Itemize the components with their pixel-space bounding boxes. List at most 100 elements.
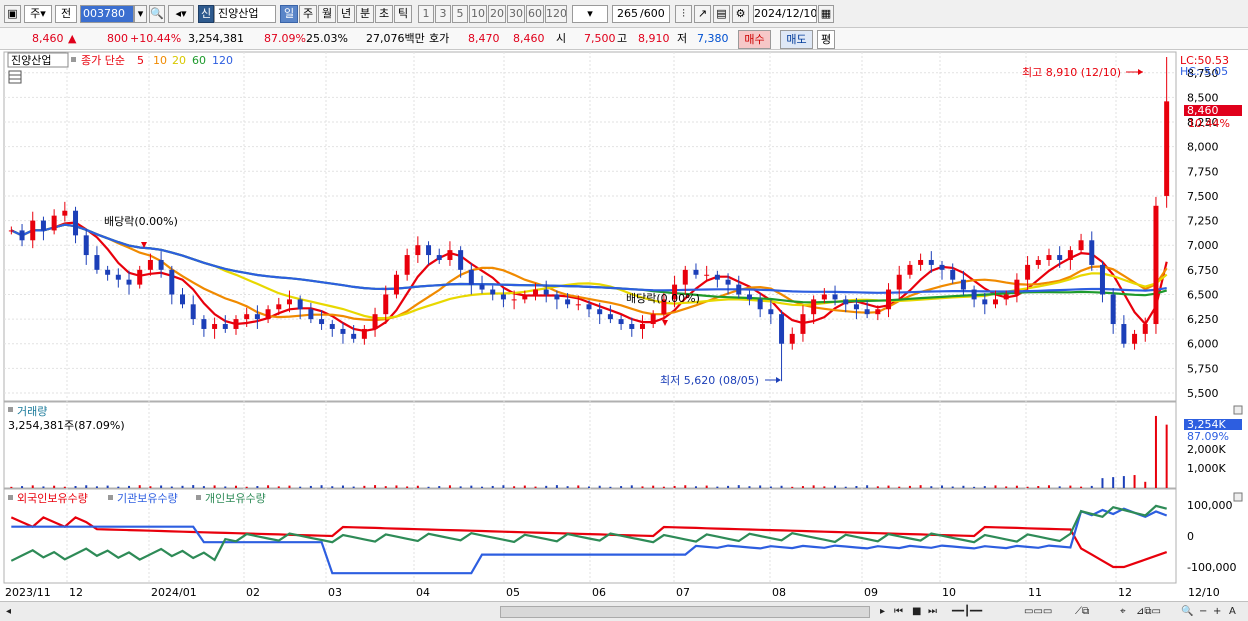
volume-bar xyxy=(502,485,505,488)
sell-button[interactable]: 매도 xyxy=(780,30,813,49)
volume-bar xyxy=(812,485,815,488)
candle-type-icon[interactable]: ⫶ xyxy=(675,5,692,23)
volume-bar xyxy=(1165,424,1168,488)
volume-bar xyxy=(395,485,398,488)
candle-body xyxy=(682,269,688,285)
split-view-icon[interactable]: ▭▭▭ xyxy=(1024,605,1052,619)
stock-code-input[interactable]: 003780 xyxy=(80,5,134,23)
interval-tab[interactable]: 3 xyxy=(435,5,451,23)
price-tick-label: 8,000 xyxy=(1187,141,1219,154)
volume-bar xyxy=(887,485,890,488)
candle-body xyxy=(1153,205,1159,325)
interval-tab[interactable]: 1 xyxy=(418,5,434,23)
candle-body xyxy=(415,245,421,256)
period-tab[interactable]: 월 xyxy=(318,5,336,23)
price-tick-label: 7,000 xyxy=(1187,239,1219,252)
market-select[interactable]: 주▾ xyxy=(24,5,52,23)
interval-tab[interactable]: 30 xyxy=(507,5,525,23)
period-type-select[interactable]: 전 xyxy=(55,5,77,23)
dividend-annotation-1: 배당락(0.00%) xyxy=(104,215,178,228)
period-tab[interactable]: 년 xyxy=(337,5,355,23)
trade-amount: 27,076백만 xyxy=(366,32,425,45)
zoom-icon[interactable]: 🔍 xyxy=(1181,605,1193,619)
price-tick-label: 6,250 xyxy=(1187,313,1219,326)
period-tab[interactable]: 일 xyxy=(280,5,298,23)
scroll-thumb[interactable] xyxy=(500,606,870,618)
candle-body xyxy=(511,299,517,301)
volume-bar xyxy=(791,486,794,488)
font-size-icon[interactable]: A xyxy=(1229,605,1236,619)
volume-bar xyxy=(53,485,56,488)
draw-tool-icon[interactable]: ↗ xyxy=(694,5,711,23)
play-back-icon[interactable]: ⏮ xyxy=(894,605,903,619)
volume-bar xyxy=(448,485,451,488)
candle-count-input[interactable]: 265 xyxy=(612,5,640,23)
table-icon[interactable] xyxy=(8,70,22,84)
interval-tab[interactable]: 20 xyxy=(488,5,506,23)
price-tick-label: 5,500 xyxy=(1187,387,1219,400)
volume-bar xyxy=(737,485,740,488)
toolbar: ▣ 주▾ 전 003780 ▾ 🔍 ◂▾ 신 진양산업 일주월년분초틱 1351… xyxy=(0,0,1248,28)
stop-icon[interactable]: ■ xyxy=(912,605,921,619)
code-dropdown-icon[interactable]: ▾ xyxy=(134,5,147,23)
calendar-icon[interactable]: ▦ xyxy=(818,5,834,23)
candle-body xyxy=(736,284,742,295)
high-annotation: 최고 8,910 (12/10) xyxy=(1022,66,1121,79)
save-icon[interactable]: ▤ xyxy=(713,5,730,23)
volume-bar xyxy=(1080,486,1083,488)
current-price-tag-text: 8,460 xyxy=(1187,104,1219,117)
volume-bar xyxy=(416,485,419,488)
date-field[interactable]: 2024/12/10 xyxy=(753,5,817,23)
volume-bar xyxy=(374,485,377,488)
volume-bar xyxy=(641,486,644,488)
draw-icon[interactable]: ⟋⧉ xyxy=(1075,605,1089,619)
period-tab[interactable]: 초 xyxy=(375,5,393,23)
volume-bar xyxy=(1101,478,1104,488)
interval-tab[interactable]: 120 xyxy=(545,5,567,23)
candle-body xyxy=(426,245,432,256)
date-tick-label: 2024/01 xyxy=(151,586,197,599)
zoom-in-icon[interactable]: + xyxy=(1213,605,1221,619)
scroll-right-icon[interactable]: ▸ xyxy=(880,605,885,619)
play-forward-icon[interactable]: ⏭ xyxy=(928,605,937,619)
volume-bar xyxy=(941,485,944,488)
institution-holdings-label: 기관보유수량 xyxy=(117,492,178,505)
volume-bar xyxy=(844,486,847,488)
candle-body xyxy=(853,304,859,310)
candle-body xyxy=(629,324,635,329)
candle-body xyxy=(522,294,528,300)
search-icon[interactable]: 🔍 xyxy=(149,5,165,23)
date-tick-label: 05 xyxy=(506,586,520,599)
holdings-close-icon[interactable] xyxy=(1233,492,1243,502)
buy-button[interactable]: 매수 xyxy=(738,30,771,49)
chart-scrollbar[interactable]: ◂ ▸ ⏮ ■ ⏭ ━━┃━━ ▭▭▭ ⟋⧉ ⌖ ⊿⧉▭ 🔍 − + A xyxy=(0,601,1248,621)
volume-bar xyxy=(481,486,484,488)
stock-name-field[interactable]: 진양산업 xyxy=(214,5,276,23)
window-icon[interactable]: ▣ xyxy=(4,5,21,23)
date-tick-label: 2023/11 xyxy=(5,586,51,599)
magnet-icon[interactable]: ⌖ xyxy=(1120,605,1126,619)
gear-icon[interactable]: ⚙ xyxy=(732,5,749,23)
interval-custom-select[interactable]: ▾ xyxy=(572,5,608,23)
date-tick-label: 12/10 xyxy=(1188,586,1220,599)
zoom-slider-icon[interactable]: ━━┃━━ xyxy=(952,605,982,619)
candle-body xyxy=(40,220,46,231)
volume-close-icon[interactable] xyxy=(1233,405,1243,415)
scroll-left-icon[interactable]: ◂ xyxy=(6,605,11,619)
dividend-annotation-2: 배당락(0.00%) xyxy=(626,292,700,305)
zoom-out-icon[interactable]: − xyxy=(1199,605,1207,619)
ruler-icon[interactable]: ⊿⧉▭ xyxy=(1136,605,1161,619)
interval-tab[interactable]: 5 xyxy=(452,5,468,23)
sound-icon[interactable]: ◂▾ xyxy=(168,5,194,23)
candle-body xyxy=(383,294,389,315)
period-tab[interactable]: 분 xyxy=(356,5,374,23)
period-tab[interactable]: 틱 xyxy=(394,5,412,23)
interval-tab[interactable]: 10 xyxy=(469,5,487,23)
volume-bar xyxy=(74,486,77,488)
stock-chart[interactable]: 8,7508,5008,2508,0007,7507,5007,2507,000… xyxy=(0,50,1248,601)
period-tab[interactable]: 주 xyxy=(299,5,317,23)
candle-body xyxy=(351,333,357,339)
interval-tab[interactable]: 60 xyxy=(526,5,544,23)
eval-button[interactable]: 평 xyxy=(817,30,835,49)
bid-price: 8,460 xyxy=(513,32,545,45)
